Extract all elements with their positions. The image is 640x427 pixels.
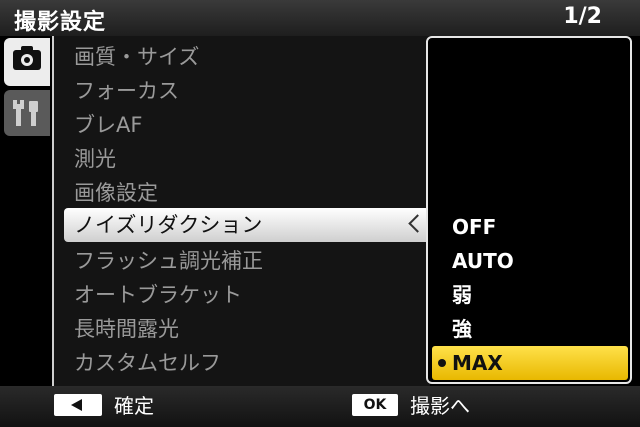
wrench-screwdriver-icon: [13, 99, 38, 126]
menu-item-image-settings[interactable]: 画像設定: [74, 176, 158, 210]
option-off[interactable]: OFF: [432, 210, 628, 244]
menu-item-shake-af[interactable]: ブレAF: [74, 108, 142, 142]
to-shooting-label: 撮影へ: [410, 394, 470, 418]
option-strong[interactable]: 強: [432, 312, 628, 346]
option-auto[interactable]: AUTO: [432, 244, 628, 278]
menu-item-image-quality-size[interactable]: 画質・サイズ: [74, 40, 199, 74]
screen-title: 撮影設定: [14, 10, 107, 35]
menu-item-metering[interactable]: 測光: [74, 142, 116, 176]
menu-item-noise-reduction[interactable]: ノイズリダクション: [64, 208, 430, 242]
footer-bar: 確定 OK 撮影へ: [0, 386, 640, 427]
chevron-left-icon: [408, 214, 427, 233]
ok-key-icon[interactable]: OK: [352, 394, 398, 416]
title-bar: 撮影設定 1/2: [0, 0, 640, 36]
menu-item-label: ノイズリダクション: [74, 213, 263, 237]
menu-item-focus[interactable]: フォーカス: [74, 74, 179, 108]
tab-shooting[interactable]: [4, 38, 50, 86]
menu-item-flash-compensation[interactable]: フラッシュ調光補正: [74, 244, 263, 278]
option-weak[interactable]: 弱: [432, 278, 628, 312]
option-label: MAX: [452, 351, 503, 375]
options-popup: OFF AUTO 弱 強 MAX: [426, 36, 632, 384]
confirm-label: 確定: [114, 394, 154, 418]
selected-dot-icon: [438, 359, 446, 367]
menu-item-custom-self-timer[interactable]: カスタムセルフ: [74, 346, 221, 380]
option-max[interactable]: MAX: [432, 346, 628, 380]
page-indicator: 1/2: [563, 4, 602, 29]
menu-list: 画質・サイズ フォーカス ブレAF 測光 画像設定 ノイズリダクション フラッシ…: [52, 36, 430, 386]
menu-item-auto-bracket[interactable]: オートブラケット: [74, 278, 242, 312]
tab-setup[interactable]: [4, 90, 50, 136]
menu-item-long-exposure[interactable]: 長時間露光: [74, 312, 179, 346]
left-arrow-key-icon[interactable]: [54, 394, 102, 416]
